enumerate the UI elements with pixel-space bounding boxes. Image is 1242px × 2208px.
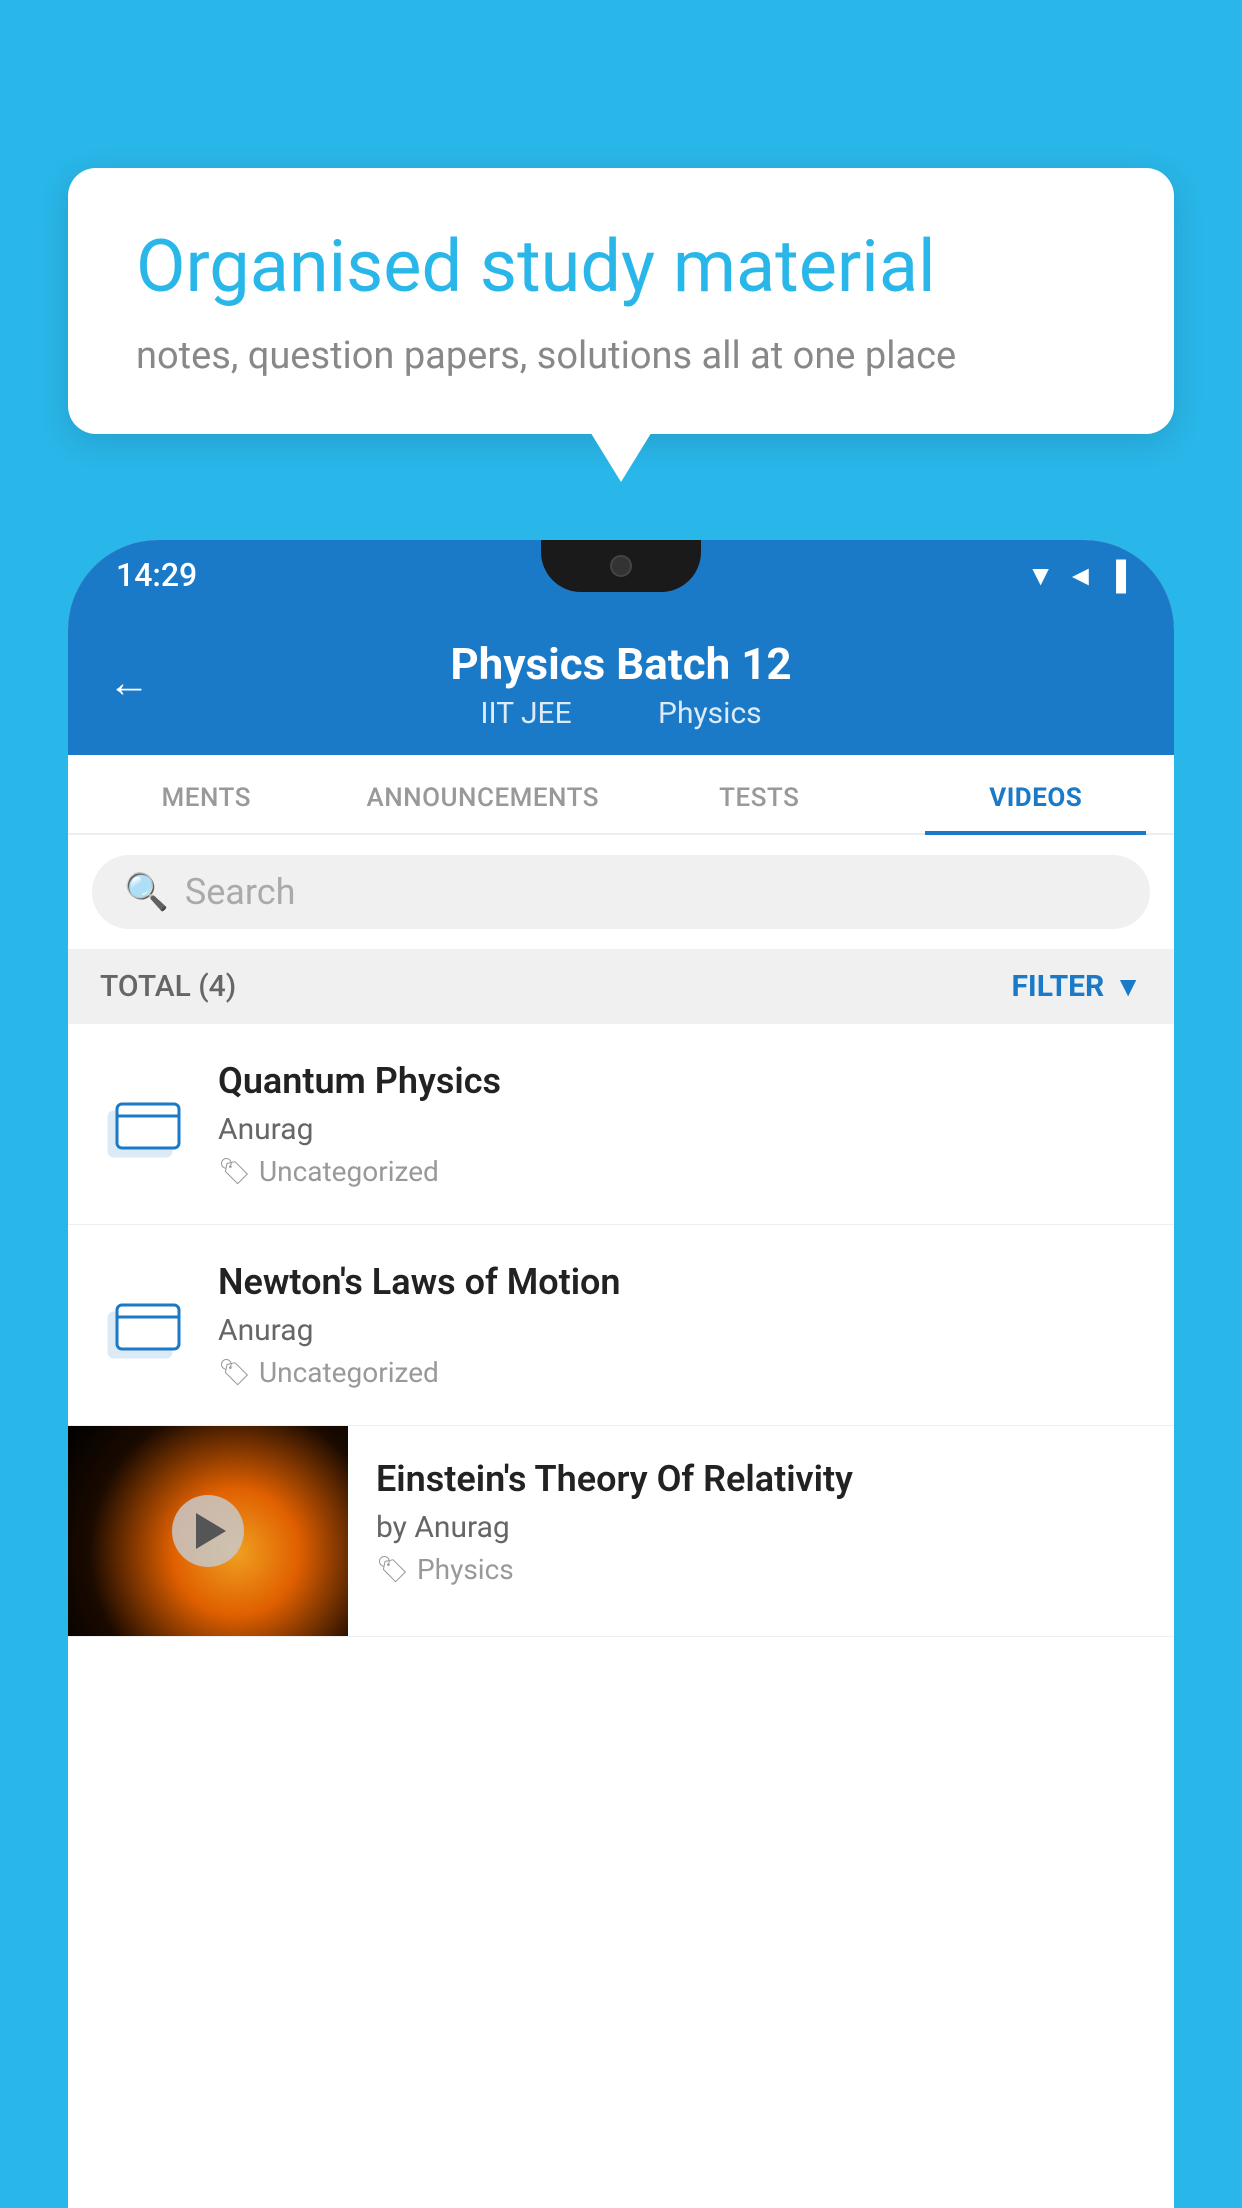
tab-bar: MENTS ANNOUNCEMENTS TESTS VIDEOS: [68, 755, 1174, 835]
item-author: by Anurag: [376, 1510, 1146, 1545]
app-header: ← Physics Batch 12 IIT JEE Physics: [68, 610, 1174, 755]
filter-button[interactable]: FILTER ▼: [1011, 969, 1142, 1004]
bubble-title: Organised study material: [136, 224, 1106, 310]
header-subtitle-physics: Physics: [658, 696, 762, 731]
wifi-icon: ▼: [1027, 559, 1055, 592]
play-icon: [196, 1513, 226, 1549]
thumb-bg: [68, 1426, 348, 1636]
item-details: Quantum Physics Anurag 🏷 Uncategorized: [218, 1060, 1142, 1188]
header-subtitle-sep: [611, 696, 626, 731]
item-tag: 🏷 Uncategorized: [218, 1356, 1142, 1389]
camera: [610, 555, 632, 577]
item-details: Einstein's Theory Of Relativity by Anura…: [348, 1426, 1174, 1618]
item-author: Anurag: [218, 1112, 1142, 1147]
total-count: TOTAL (4): [100, 969, 236, 1004]
item-tag: 🏷 Uncategorized: [218, 1155, 1142, 1188]
tab-ments[interactable]: MENTS: [68, 755, 345, 833]
status-time: 14:29: [116, 556, 197, 594]
play-button[interactable]: [172, 1495, 244, 1567]
item-title: Einstein's Theory Of Relativity: [376, 1458, 1146, 1500]
item-title: Newton's Laws of Motion: [218, 1261, 1142, 1303]
header-title: Physics Batch 12: [450, 638, 791, 690]
tab-tests[interactable]: TESTS: [621, 755, 898, 833]
item-tag: 🏷 Physics: [376, 1553, 1146, 1586]
search-box[interactable]: 🔍 Search: [92, 855, 1150, 929]
list-item[interactable]: Newton's Laws of Motion Anurag 🏷 Uncateg…: [68, 1225, 1174, 1426]
video-thumbnail: [68, 1426, 348, 1636]
filter-bar: TOTAL (4) FILTER ▼: [68, 949, 1174, 1024]
list-item[interactable]: Quantum Physics Anurag 🏷 Uncategorized: [68, 1024, 1174, 1225]
signal-icon: ◄: [1066, 559, 1094, 592]
search-icon: 🔍: [124, 871, 169, 913]
search-input[interactable]: Search: [185, 871, 296, 913]
tab-videos[interactable]: VIDEOS: [898, 755, 1175, 833]
notch: [541, 540, 701, 592]
battery-icon: ▐: [1106, 559, 1126, 592]
item-details: Newton's Laws of Motion Anurag 🏷 Uncateg…: [218, 1261, 1142, 1389]
item-title: Quantum Physics: [218, 1060, 1142, 1102]
folder-icon: [100, 1074, 190, 1174]
back-button[interactable]: ←: [108, 658, 150, 707]
tag-icon: 🏷: [376, 1555, 409, 1585]
tag-icon: 🏷: [218, 1358, 251, 1388]
folder-icon: [100, 1275, 190, 1375]
filter-icon: ▼: [1114, 970, 1142, 1003]
bubble-subtitle: notes, question papers, solutions all at…: [136, 334, 1106, 378]
search-container: 🔍 Search: [68, 835, 1174, 949]
tab-announcements[interactable]: ANNOUNCEMENTS: [345, 755, 622, 833]
speech-bubble: Organised study material notes, question…: [68, 168, 1174, 434]
list-item[interactable]: Einstein's Theory Of Relativity by Anura…: [68, 1426, 1174, 1637]
tag-icon: 🏷: [218, 1157, 251, 1187]
header-subtitle: IIT JEE Physics: [464, 696, 777, 731]
phone-frame: 14:29 ▼ ◄ ▐ ← Physics Batch 12 IIT JEE P…: [68, 540, 1174, 2208]
item-author: Anurag: [218, 1313, 1142, 1348]
status-icons: ▼ ◄ ▐: [1027, 559, 1126, 592]
phone-inner: 14:29 ▼ ◄ ▐ ← Physics Batch 12 IIT JEE P…: [68, 540, 1174, 2208]
video-list: Quantum Physics Anurag 🏷 Uncategorized: [68, 1024, 1174, 1637]
header-subtitle-iit: IIT JEE: [480, 696, 571, 731]
